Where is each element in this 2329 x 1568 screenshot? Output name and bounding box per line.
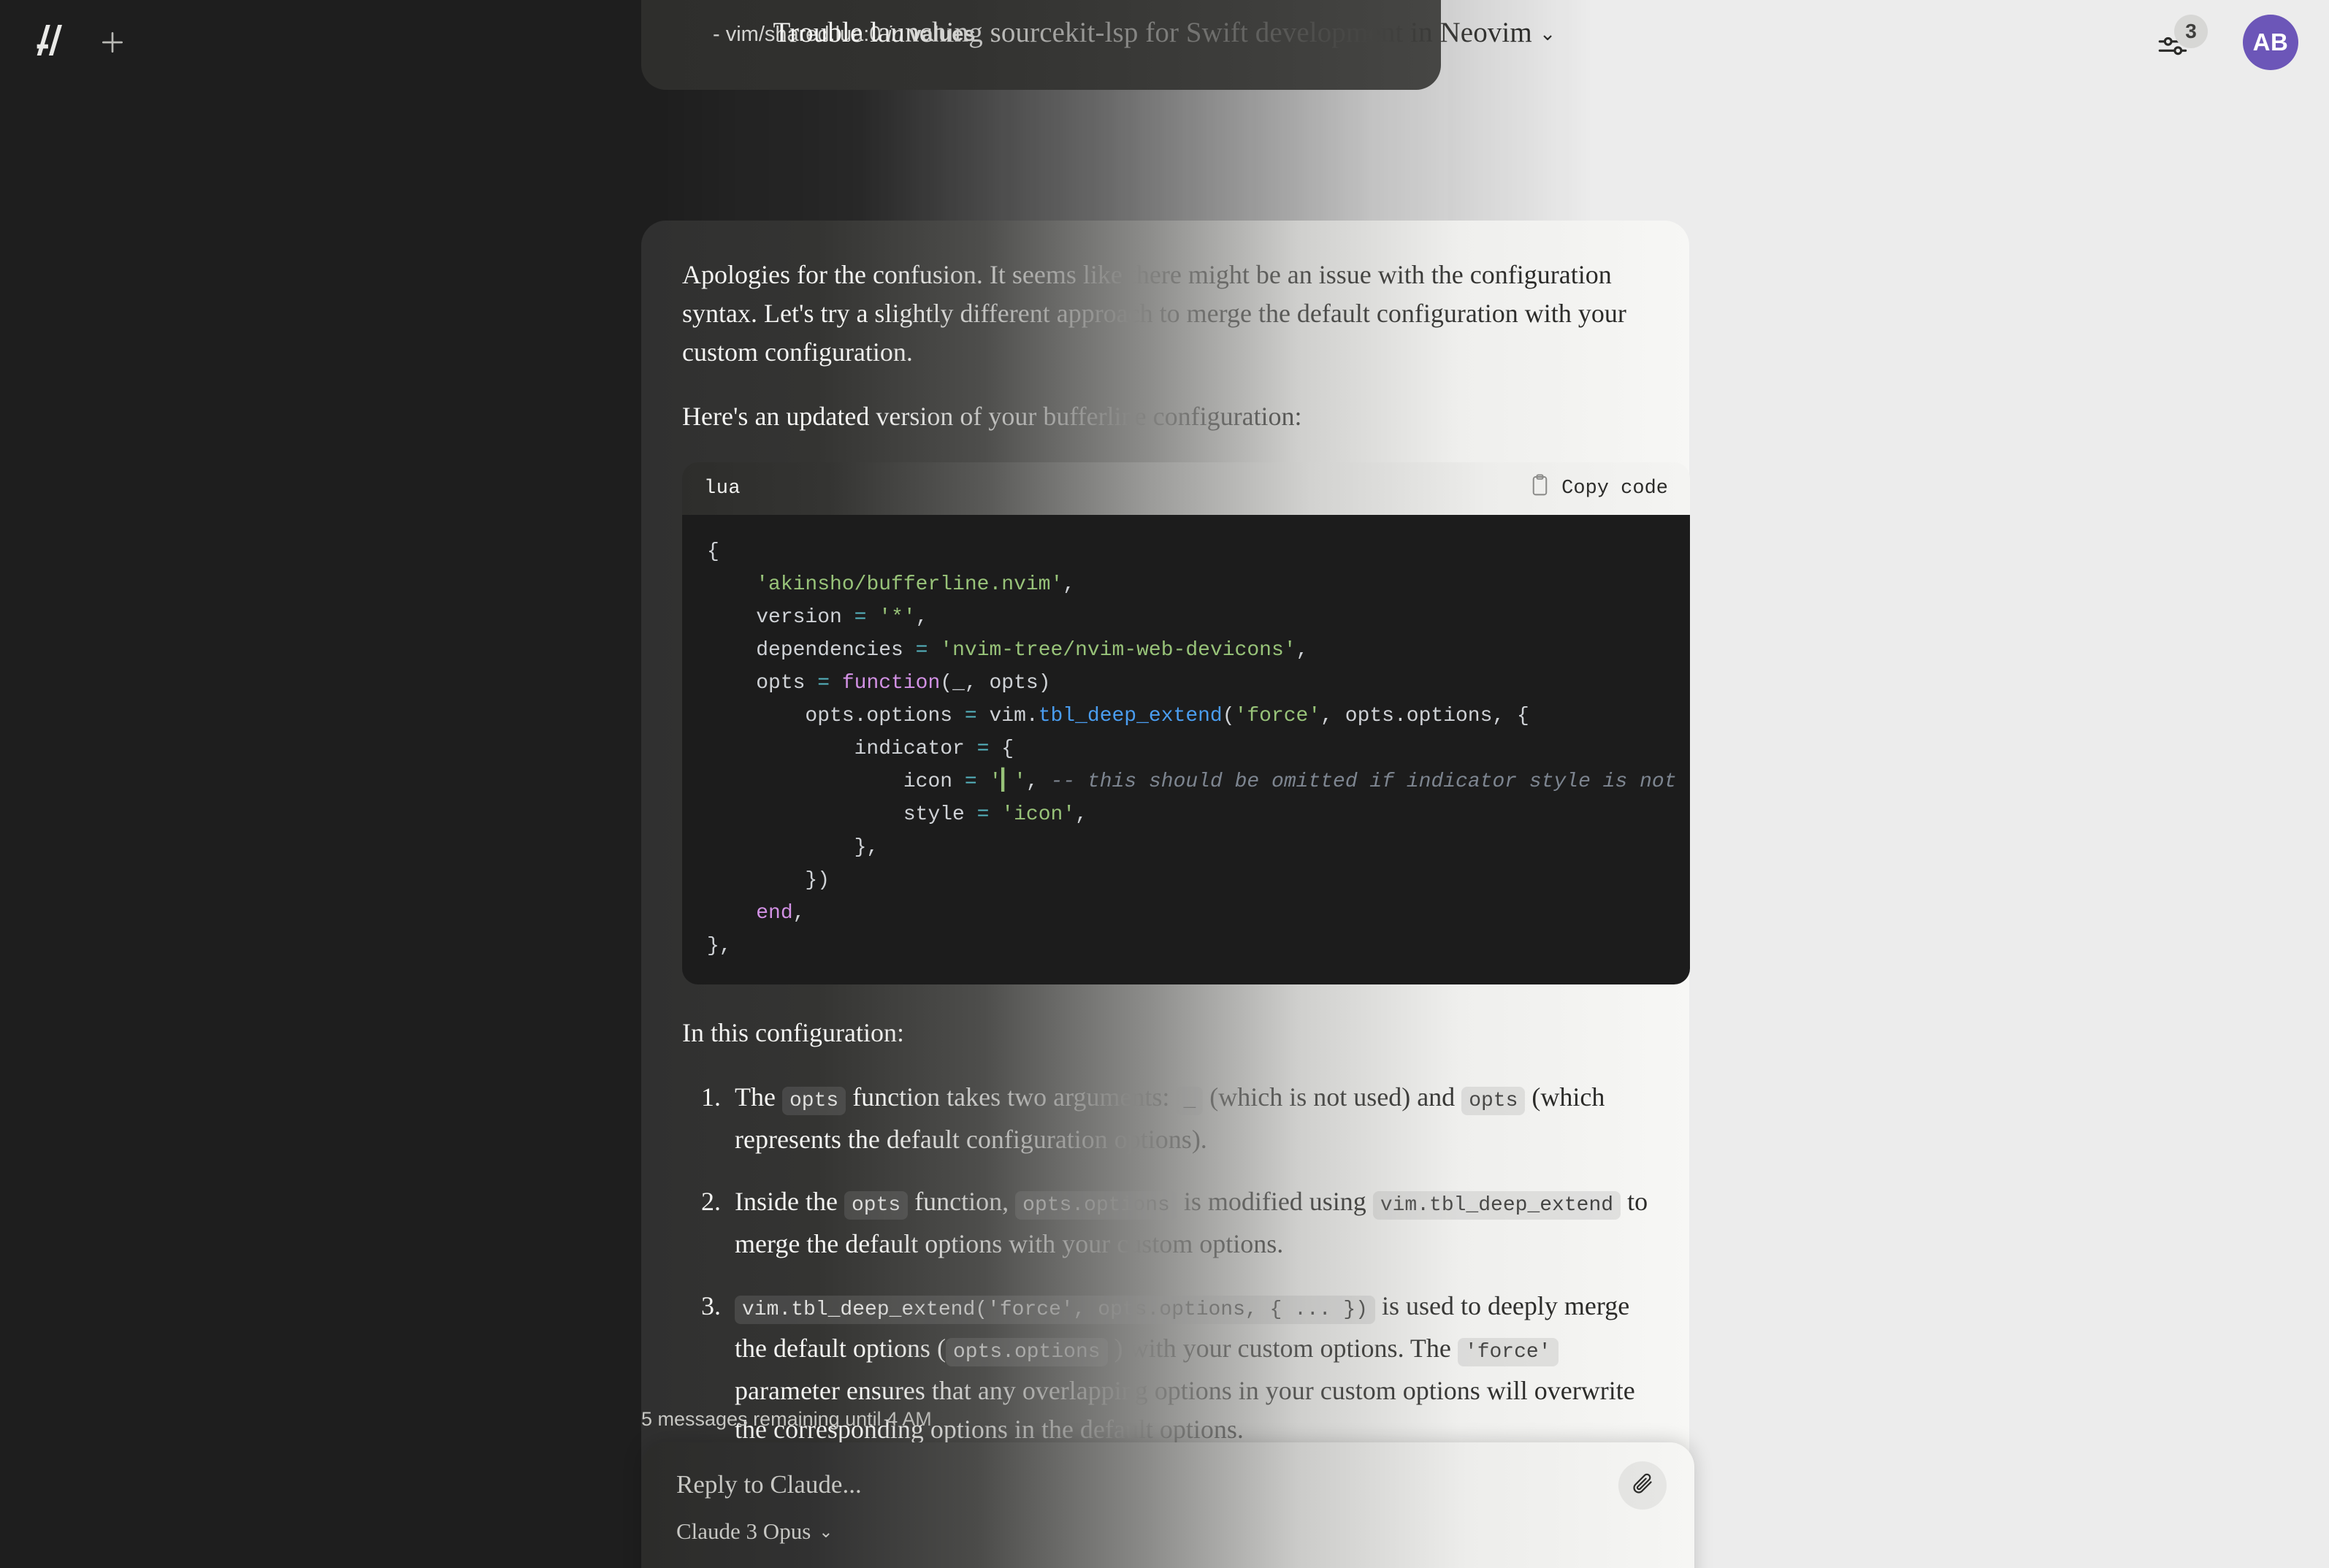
avatar-initials: AB	[2252, 28, 2289, 56]
list-item-text: function,	[908, 1187, 1016, 1216]
code-token: function	[841, 672, 941, 695]
code-block-header: lua Copy code	[682, 462, 1690, 515]
assistant-message: Apologies for the confusion. It seems li…	[641, 221, 1690, 1567]
code-token: ,	[1075, 803, 1087, 826]
list-item-text: (which is not used) and	[1203, 1082, 1462, 1112]
inline-code: _	[1176, 1087, 1204, 1115]
code-token: vim.	[976, 705, 1039, 727]
code-token: opts	[707, 672, 818, 695]
code-token: '*'	[879, 606, 916, 629]
code-token: '▎'	[989, 770, 1026, 793]
code-token: , opts.options, {	[1320, 705, 1529, 727]
code-token: ,	[915, 606, 928, 629]
assistant-paragraph-2: Here's an updated version of your buffer…	[682, 397, 1648, 436]
assistant-paragraph-1: Apologies for the confusion. It seems li…	[682, 256, 1648, 372]
code-token: =	[964, 770, 977, 793]
notification-badge: 3	[2174, 15, 2208, 48]
list-item: Inside the opts function, opts.options i…	[727, 1182, 1648, 1263]
code-token: 'nvim-tree/nvim-web-devicons'	[940, 639, 1296, 662]
list-intro: In this configuration:	[682, 1014, 1648, 1052]
page-title: Trouble launching sourcekit-lsp for Swif…	[773, 17, 1532, 48]
paperclip-icon	[1631, 1472, 1655, 1499]
list-item-text: ) with your custom options. The	[1107, 1334, 1458, 1363]
code-token: icon	[707, 770, 965, 793]
code-token: dependencies	[707, 639, 916, 662]
list-item-text: Inside the	[735, 1187, 844, 1216]
code-token: {	[989, 738, 1014, 760]
code-token: =	[915, 639, 928, 662]
code-block: lua Copy code { 'akinsho/bufferline.nvim…	[682, 462, 1690, 984]
code-token: =	[817, 672, 830, 695]
settings-sliders-button[interactable]: 3	[2155, 15, 2208, 66]
inline-code: opts	[844, 1191, 909, 1220]
limit-remaining-link[interactable]: remaining	[753, 1408, 840, 1430]
code-token: =	[964, 705, 977, 727]
code-token: version	[707, 606, 854, 629]
inline-code: opts.options	[945, 1338, 1108, 1366]
inline-code: opts.options	[1015, 1191, 1177, 1220]
inline-code: vim.tbl_deep_extend	[1372, 1191, 1621, 1220]
code-token: (	[1222, 705, 1235, 727]
model-selector[interactable]: Claude 3 Opus ⌄	[676, 1518, 833, 1545]
list-item: The opts function takes two arguments: _…	[727, 1078, 1648, 1159]
code-token: ,	[1025, 770, 1051, 793]
inline-code: opts	[1461, 1087, 1526, 1115]
code-token: indicator	[707, 738, 977, 760]
code-token: =	[854, 606, 867, 629]
list-item-text: The	[735, 1082, 782, 1112]
attach-file-button[interactable]	[1618, 1461, 1667, 1510]
code-token: })	[707, 869, 830, 892]
chat-title-dropdown[interactable]: Trouble launching sourcekit-lsp for Swif…	[0, 16, 2329, 49]
composer: Reply to Claude... Claude 3 Opus ⌄	[641, 1442, 1694, 1568]
code-token: ,	[792, 902, 806, 925]
code-token: },	[707, 836, 879, 859]
code-token: ,	[1296, 639, 1309, 662]
code-token: 'akinsho/bufferline.nvim'	[756, 573, 1063, 596]
model-name: Claude 3 Opus	[676, 1518, 811, 1544]
code-token: -- this should be omitted if indicator s…	[1050, 770, 1690, 793]
code-token: ,	[1063, 573, 1076, 596]
list-item-text: is modified using	[1177, 1187, 1373, 1216]
code-token: =	[976, 738, 990, 760]
app-root: Trouble launching sourcekit-lsp for Swif…	[0, 0, 2329, 1568]
inline-code: opts	[781, 1087, 846, 1115]
limit-suffix: until 4 AM	[839, 1408, 932, 1430]
code-block-body[interactable]: { 'akinsho/bufferline.nvim', version = '…	[682, 515, 1690, 984]
code-token: 'force'	[1234, 705, 1321, 727]
code-token: end	[756, 902, 793, 925]
reply-input[interactable]: Reply to Claude...	[676, 1470, 862, 1499]
chevron-down-icon: ⌄	[1539, 23, 1556, 45]
avatar[interactable]: AB	[2243, 15, 2298, 70]
code-token: {	[707, 540, 719, 563]
message-limit-notice: 5 messages remaining until 4 AM	[641, 1408, 1693, 1431]
code-token: opts.options	[707, 705, 965, 727]
clipboard-icon	[1530, 474, 1550, 503]
top-bar: Trouble launching sourcekit-lsp for Swif…	[0, 0, 2329, 92]
copy-code-label: Copy code	[1561, 478, 1668, 500]
inline-code: 'force'	[1457, 1338, 1559, 1366]
code-token: },	[707, 935, 732, 957]
limit-prefix: 5 messages	[641, 1408, 754, 1430]
code-token: =	[976, 803, 990, 826]
code-content: { 'akinsho/bufferline.nvim', version = '…	[682, 535, 1690, 963]
list-item-text: function takes two arguments:	[846, 1082, 1177, 1112]
code-token: (_, opts)	[940, 672, 1051, 695]
code-token: tbl_deep_extend	[1038, 705, 1223, 727]
copy-code-button[interactable]: Copy code	[1530, 474, 1668, 503]
code-token: style	[707, 803, 977, 826]
chevron-down-icon: ⌄	[819, 1521, 833, 1541]
inline-code: vim.tbl_deep_extend('force', opts.option…	[735, 1296, 1375, 1324]
code-language-label: lua	[704, 478, 741, 500]
code-token: 'icon'	[1001, 803, 1076, 826]
